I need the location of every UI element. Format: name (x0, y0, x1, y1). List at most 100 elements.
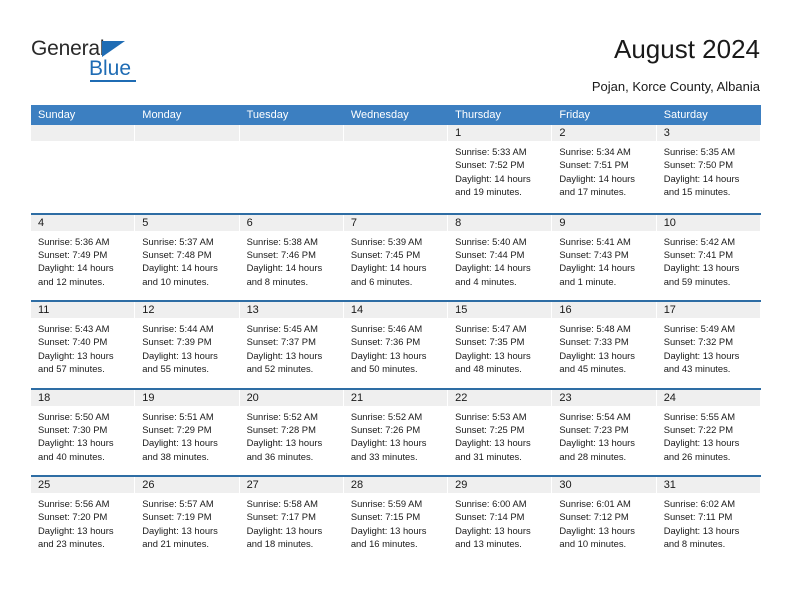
calendar-day-cell[interactable]: 8 Sunrise: 5:40 AM Sunset: 7:44 PM Daylight… (448, 214, 553, 300)
daylight-text: and 36 minutes. (246, 450, 314, 462)
daylight-text: Daylight: 13 hours (38, 524, 114, 536)
day-details: Sunrise: 5:38 AM Sunset: 7:46 PM Daylight:… (240, 231, 343, 289)
daylight-text: Daylight: 13 hours (350, 437, 427, 449)
day-details: Sunrise: 5:57 AM Sunset: 7:19 PM Daylight:… (135, 493, 238, 551)
page-header: General Blue August 2024 Pojan, Korce Co… (0, 0, 792, 104)
sunset-text: Sunset: 7:20 PM (38, 511, 108, 523)
day-number (31, 125, 135, 141)
calendar-day-cell[interactable]: 23 Sunrise: 5:54 AM Sunset: 7:23 PM Dayligh… (552, 389, 657, 475)
day-number: 4 (31, 214, 135, 231)
daylight-text: and 15 minutes. (663, 186, 731, 198)
day-details: Sunrise: 5:40 AM Sunset: 7:44 PM Daylight:… (448, 231, 551, 289)
sunrise-text: Sunrise: 5:44 AM (142, 323, 214, 334)
daylight-text: and 28 minutes. (559, 450, 627, 462)
calendar-day-cell[interactable]: 21 Sunrise: 5:52 AM Sunset: 7:26 PM Dayligh… (343, 389, 449, 475)
calendar-day-cell[interactable]: 12 Sunrise: 5:44 AM Sunset: 7:39 PM Dayligh… (135, 302, 240, 388)
daylight-text: and 55 minutes. (142, 363, 209, 375)
daylight-text: Daylight: 13 hours (142, 437, 218, 449)
day-details: Sunrise: 5:46 AM Sunset: 7:36 PM Daylight:… (344, 318, 447, 376)
calendar-day-cell[interactable]: 20 Sunrise: 5:52 AM Sunset: 7:28 PM Dayligh… (239, 389, 344, 475)
day-number: 12 (135, 302, 239, 318)
day-number: 6 (239, 214, 343, 231)
daylight-text: and 50 minutes. (350, 363, 418, 375)
day-number: 22 (448, 389, 552, 406)
calendar-day-cell[interactable]: 13 Sunrise: 5:45 AM Sunset: 7:37 PM Dayligh… (239, 302, 344, 388)
calendar-day-cell-empty (239, 125, 344, 213)
daylight-text: Daylight: 13 hours (559, 349, 635, 361)
calendar-day-cell[interactable]: 1 Sunrise: 5:33 AM Sunset: 7:52 PM Daylight… (448, 125, 553, 213)
daylight-text: Daylight: 13 hours (455, 524, 531, 536)
sunrise-text: Sunrise: 5:35 AM (663, 146, 736, 157)
sunrise-text: Sunrise: 5:33 AM (455, 146, 527, 157)
day-number: 3 (656, 125, 760, 141)
day-number: 27 (239, 477, 343, 493)
calendar-day-cell[interactable]: 16 Sunrise: 5:48 AM Sunset: 7:33 PM Dayligh… (552, 302, 657, 388)
day-number: 2 (552, 125, 656, 141)
sunrise-text: Sunrise: 6:01 AM (559, 498, 631, 509)
calendar-day-cell[interactable]: 30 Sunrise: 6:01 AM Sunset: 7:12 PM Dayligh… (552, 477, 657, 563)
sunrise-text: Sunrise: 5:55 AM (663, 410, 736, 422)
daylight-text: Daylight: 14 hours (559, 262, 635, 274)
calendar-day-cell[interactable]: 29 Sunrise: 6:00 AM Sunset: 7:14 PM Dayligh… (448, 477, 553, 563)
sunset-text: Sunset: 7:29 PM (142, 423, 212, 435)
daylight-text: Daylight: 13 hours (663, 349, 740, 361)
calendar-day-cell[interactable]: 10 Sunrise: 5:42 AM Sunset: 7:41 PM Dayligh… (656, 214, 761, 300)
calendar-day-cell[interactable]: 4 Sunrise: 5:36 AM Sunset: 7:49 PM Daylight… (31, 214, 136, 300)
calendar-day-cell[interactable]: 2 Sunrise: 5:34 AM Sunset: 7:51 PM Daylight… (552, 125, 657, 213)
calendar-day-cell[interactable]: 28 Sunrise: 5:59 AM Sunset: 7:15 PM Dayligh… (343, 477, 449, 563)
calendar-day-cell[interactable]: 3 Sunrise: 5:35 AM Sunset: 7:50 PM Daylight… (656, 125, 761, 213)
general-blue-logo: General Blue (31, 38, 231, 88)
daylight-text: Daylight: 13 hours (246, 437, 323, 449)
calendar-day-cell[interactable]: 5 Sunrise: 5:37 AM Sunset: 7:48 PM Daylight… (135, 214, 240, 300)
calendar-day-cell[interactable]: 19 Sunrise: 5:51 AM Sunset: 7:29 PM Dayligh… (135, 389, 240, 475)
daylight-text: and 21 minutes. (142, 538, 209, 550)
daylight-text: Daylight: 14 hours (559, 172, 635, 184)
daylight-text: Daylight: 13 hours (559, 437, 635, 449)
sunset-text: Sunset: 7:14 PM (455, 511, 525, 523)
daylight-text: Daylight: 14 hours (142, 262, 218, 274)
day-details: Sunrise: 5:36 AM Sunset: 7:49 PM Daylight:… (31, 231, 134, 289)
day-number: 8 (448, 214, 552, 231)
calendar-day-cell[interactable]: 17 Sunrise: 5:49 AM Sunset: 7:32 PM Dayligh… (656, 302, 761, 388)
daylight-text: and 10 minutes. (142, 275, 209, 287)
calendar-day-cell[interactable]: 11 Sunrise: 5:43 AM Sunset: 7:40 PM Dayligh… (31, 302, 136, 388)
calendar-day-cell[interactable]: 6 Sunrise: 5:38 AM Sunset: 7:46 PM Daylight… (239, 214, 344, 300)
sunset-text: Sunset: 7:35 PM (455, 336, 525, 348)
day-details: Sunrise: 5:54 AM Sunset: 7:23 PM Daylight:… (552, 406, 655, 464)
daylight-text: Daylight: 14 hours (455, 262, 531, 274)
sunrise-text: Sunrise: 5:56 AM (38, 498, 110, 509)
logo-text-general: General (31, 37, 105, 60)
day-number: 31 (656, 477, 760, 493)
sunset-text: Sunset: 7:30 PM (38, 423, 108, 435)
day-details: Sunrise: 5:59 AM Sunset: 7:15 PM Daylight:… (344, 493, 447, 551)
day-details: Sunrise: 5:56 AM Sunset: 7:20 PM Daylight:… (31, 493, 134, 551)
calendar-week-row: 1 Sunrise: 5:33 AM Sunset: 7:52 PM Daylight… (31, 125, 761, 213)
calendar-day-cell[interactable]: 25 Sunrise: 5:56 AM Sunset: 7:20 PM Dayligh… (31, 477, 136, 563)
calendar-week-row: 4 Sunrise: 5:36 AM Sunset: 7:49 PM Daylight… (31, 212, 761, 300)
day-details: Sunrise: 5:55 AM Sunset: 7:22 PM Daylight:… (657, 406, 760, 464)
weekday-header-row: Sunday Monday Tuesday Wednesday Thursday… (31, 105, 761, 125)
day-number: 15 (448, 302, 552, 318)
sunrise-text: Sunrise: 5:39 AM (350, 235, 423, 247)
day-details: Sunrise: 5:47 AM Sunset: 7:35 PM Daylight:… (448, 318, 551, 376)
calendar-day-cell[interactable]: 15 Sunrise: 5:47 AM Sunset: 7:35 PM Dayligh… (448, 302, 553, 388)
calendar-day-cell[interactable]: 22 Sunrise: 5:53 AM Sunset: 7:25 PM Dayligh… (448, 389, 553, 475)
calendar-day-cell[interactable]: 27 Sunrise: 5:58 AM Sunset: 7:17 PM Dayligh… (239, 477, 344, 563)
calendar-day-cell[interactable]: 24 Sunrise: 5:55 AM Sunset: 7:22 PM Dayligh… (656, 389, 761, 475)
day-number: 16 (552, 302, 656, 318)
daylight-text: and 19 minutes. (455, 186, 522, 198)
sunset-text: Sunset: 7:48 PM (142, 248, 212, 260)
calendar-day-cell[interactable]: 14 Sunrise: 5:46 AM Sunset: 7:36 PM Dayligh… (343, 302, 449, 388)
day-number: 29 (448, 477, 552, 493)
calendar-day-cell[interactable]: 9 Sunrise: 5:41 AM Sunset: 7:43 PM Daylight… (552, 214, 657, 300)
calendar-day-cell[interactable]: 31 Sunrise: 6:02 AM Sunset: 7:11 PM Dayligh… (656, 477, 761, 563)
sunset-text: Sunset: 7:33 PM (559, 336, 629, 348)
day-details: Sunrise: 5:39 AM Sunset: 7:45 PM Daylight:… (344, 231, 447, 289)
calendar-day-cell[interactable]: 7 Sunrise: 5:39 AM Sunset: 7:45 PM Daylight… (343, 214, 449, 300)
day-number: 9 (552, 214, 656, 231)
calendar-day-cell[interactable]: 18 Sunrise: 5:50 AM Sunset: 7:30 PM Dayligh… (31, 389, 136, 475)
calendar-day-cell[interactable]: 26 Sunrise: 5:57 AM Sunset: 7:19 PM Dayligh… (135, 477, 240, 563)
sunrise-text: Sunrise: 5:54 AM (559, 410, 631, 422)
daylight-text: Daylight: 13 hours (350, 349, 427, 361)
sunset-text: Sunset: 7:49 PM (38, 248, 108, 260)
